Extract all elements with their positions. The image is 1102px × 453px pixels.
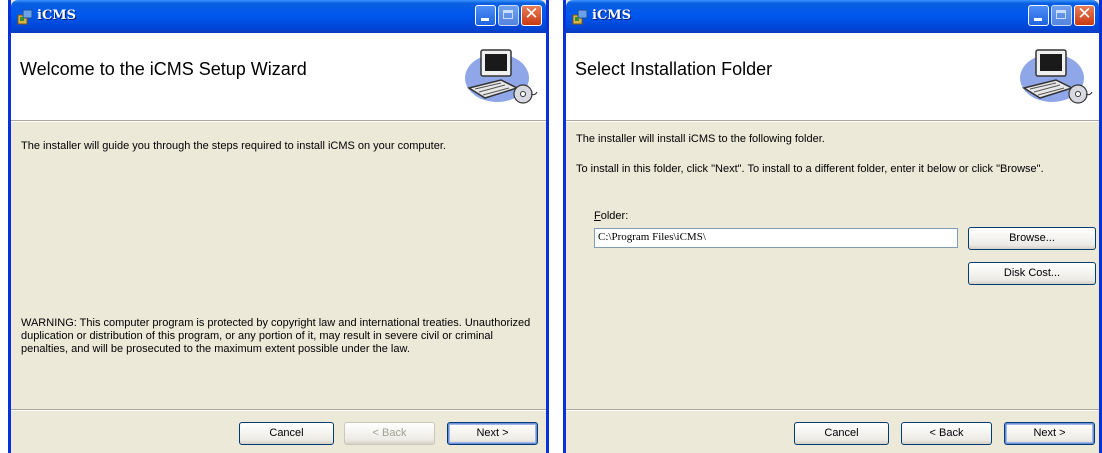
minimize-button[interactable]: [1028, 5, 1049, 26]
window-title: iCMS: [592, 8, 632, 23]
disk-cost-button[interactable]: Disk Cost...: [968, 262, 1096, 285]
welcome-dialog: iCMS ✕ Welcome to the iCMS Setup Wizard …: [8, 0, 549, 453]
cancel-button[interactable]: Cancel: [794, 422, 889, 445]
maximize-icon: [503, 10, 513, 19]
installer-package-icon: [17, 9, 33, 25]
minimize-icon: [481, 18, 489, 21]
banner-divider: [11, 121, 546, 122]
footer-divider: [566, 409, 1099, 411]
wizard-banner: Welcome to the iCMS Setup Wizard: [11, 33, 546, 121]
back-button[interactable]: < Back: [901, 422, 992, 445]
minimize-icon: [1034, 18, 1042, 21]
folder-label: Folder:: [594, 210, 628, 222]
close-button[interactable]: ✕: [1074, 5, 1095, 26]
computer-with-disc-icon: [465, 49, 538, 104]
folder-label-text: older:: [600, 210, 629, 222]
maximize-button[interactable]: [498, 5, 519, 26]
banner-title: Welcome to the iCMS Setup Wizard: [20, 59, 307, 79]
close-button[interactable]: ✕: [521, 5, 542, 26]
wizard-banner: Select Installation Folder: [566, 33, 1099, 121]
install-location-text: The installer will install iCMS to the f…: [576, 133, 825, 145]
banner-divider: [566, 121, 1099, 122]
close-icon: ✕: [524, 4, 539, 24]
next-button[interactable]: Next >: [1004, 422, 1095, 445]
minimize-button[interactable]: [475, 5, 496, 26]
install-instructions-text: To install in this folder, click "Next".…: [576, 163, 1044, 175]
installer-package-icon: [572, 9, 588, 25]
footer-divider: [11, 409, 546, 411]
folder-label-mnemonic: F: [594, 210, 601, 222]
title-bar[interactable]: iCMS ✕: [11, 0, 546, 33]
banner-title: Select Installation Folder: [575, 59, 773, 79]
intro-text: The installer will guide you through the…: [21, 140, 446, 152]
copyright-warning: WARNING: This computer program is protec…: [21, 317, 531, 355]
back-button[interactable]: < Back: [344, 422, 435, 445]
cancel-button[interactable]: Cancel: [239, 422, 334, 445]
computer-with-disc-icon: [1020, 49, 1093, 104]
close-icon: ✕: [1077, 4, 1092, 24]
title-bar[interactable]: iCMS ✕: [566, 0, 1099, 33]
install-folder-dialog: iCMS ✕ Select Installation Folder The in…: [563, 0, 1102, 453]
maximize-icon: [1056, 10, 1066, 19]
browse-button[interactable]: Browse...: [968, 227, 1096, 250]
folder-input[interactable]: C:\Program Files\iCMS\: [594, 228, 958, 248]
window-title: iCMS: [37, 8, 77, 23]
next-button[interactable]: Next >: [447, 422, 538, 445]
maximize-button[interactable]: [1051, 5, 1072, 26]
